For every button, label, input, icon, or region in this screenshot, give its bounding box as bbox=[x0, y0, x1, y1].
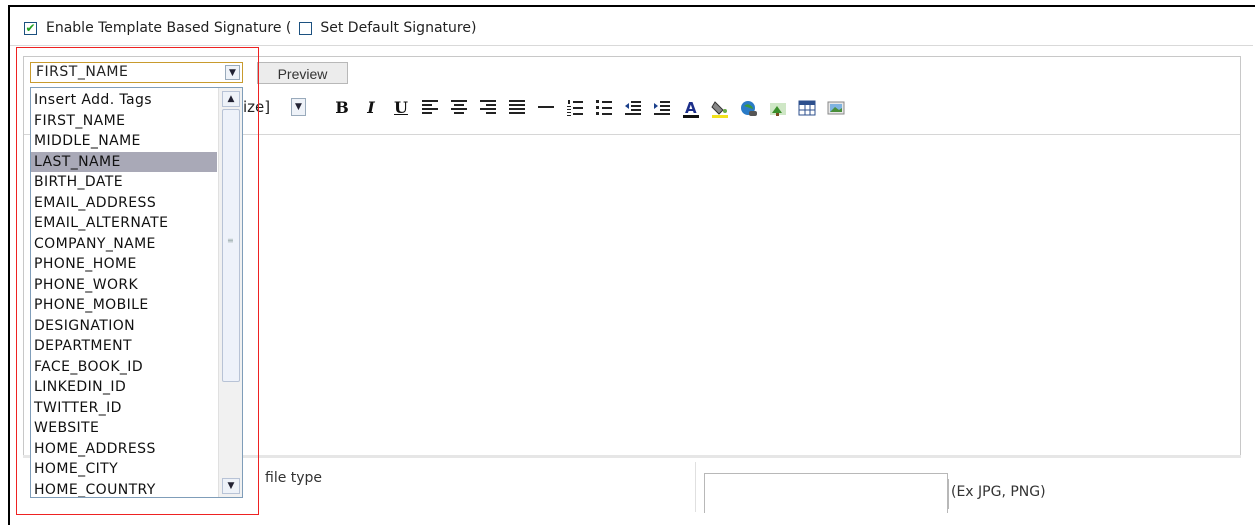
svg-text:A: A bbox=[685, 100, 697, 117]
list-item[interactable]: FIRST_NAME bbox=[31, 111, 217, 132]
align-center-icon[interactable] bbox=[448, 97, 470, 119]
divider bbox=[695, 462, 696, 512]
enable-template-label: Enable Template Based Signature ( bbox=[46, 20, 292, 36]
list-item[interactable]: TWITTER_ID bbox=[31, 398, 217, 419]
list-item-selected[interactable]: LAST_NAME bbox=[31, 151, 217, 172]
preview-button[interactable]: Preview bbox=[257, 62, 348, 84]
outdent-icon[interactable] bbox=[622, 97, 644, 119]
chevron-down-icon[interactable]: ▼ bbox=[291, 98, 306, 116]
image-gallery-icon[interactable] bbox=[825, 97, 847, 119]
insert-link-icon[interactable] bbox=[738, 97, 760, 119]
list-item[interactable]: HOME_ADDRESS bbox=[31, 439, 217, 460]
font-size-value: ize] bbox=[243, 98, 271, 116]
scroll-up-icon[interactable]: ▲ bbox=[222, 91, 240, 107]
list-item[interactable]: PHONE_WORK bbox=[31, 275, 217, 296]
insert-image-icon[interactable] bbox=[767, 97, 789, 119]
chevron-down-icon[interactable]: ▼ bbox=[225, 65, 240, 80]
set-default-checkbox[interactable] bbox=[299, 21, 313, 35]
insert-tags-select[interactable]: FIRST_NAME ▼ bbox=[30, 62, 243, 83]
divider bbox=[10, 45, 1253, 46]
list-item[interactable]: LINKEDIN_ID bbox=[31, 377, 217, 398]
scroll-thumb[interactable]: ≡ bbox=[222, 109, 240, 382]
grip-icon: ≡ bbox=[227, 236, 234, 245]
list-item[interactable]: FACE_BOOK_ID bbox=[31, 357, 217, 378]
list-item[interactable]: EMAIL_ADDRESS bbox=[31, 193, 217, 214]
list-item[interactable]: PHONE_MOBILE bbox=[31, 295, 217, 316]
unordered-list-icon[interactable] bbox=[593, 97, 615, 119]
attachment-label-text: file type bbox=[265, 470, 323, 486]
set-default-label: Set Default Signature) bbox=[320, 20, 477, 36]
divider bbox=[948, 479, 949, 509]
insert-table-icon[interactable] bbox=[796, 97, 818, 119]
file-input[interactable] bbox=[704, 473, 948, 513]
list-item[interactable]: DEPARTMENT bbox=[31, 336, 217, 357]
underline-icon[interactable]: U bbox=[390, 97, 412, 119]
italic-label: I bbox=[367, 98, 375, 117]
list-item[interactable]: PHONE_HOME bbox=[31, 254, 217, 275]
list-item[interactable]: WEBSITE bbox=[31, 418, 217, 439]
dropdown-scrollbar[interactable]: ▲ ≡ ▼ bbox=[218, 88, 242, 497]
bold-label: B bbox=[335, 98, 349, 117]
align-right-icon[interactable] bbox=[477, 97, 499, 119]
bold-icon[interactable]: B bbox=[331, 97, 353, 119]
list-item[interactable]: COMPANY_NAME bbox=[31, 234, 217, 255]
indent-icon[interactable] bbox=[651, 97, 673, 119]
font-color-icon[interactable]: A bbox=[680, 97, 702, 119]
underline-label: U bbox=[394, 98, 408, 117]
list-item[interactable]: HOME_CITY bbox=[31, 459, 217, 480]
list-item[interactable]: BIRTH_DATE bbox=[31, 172, 217, 193]
tags-list: Insert Add. Tags FIRST_NAME MIDDLE_NAME … bbox=[31, 90, 217, 498]
list-item[interactable]: MIDDLE_NAME bbox=[31, 131, 217, 152]
attachment-label: file type bbox=[265, 470, 322, 486]
highlight-color-icon[interactable] bbox=[709, 97, 731, 119]
enable-template-checkbox[interactable]: ✔ bbox=[24, 21, 37, 35]
enable-template-row: ✔ Enable Template Based Signature ( Set … bbox=[24, 17, 476, 39]
list-item[interactable]: Insert Add. Tags bbox=[31, 90, 217, 111]
align-left-icon[interactable] bbox=[419, 97, 441, 119]
file-type-hint: (Ex JPG, PNG) bbox=[951, 484, 1046, 500]
list-item[interactable]: DESIGNATION bbox=[31, 316, 217, 337]
justify-icon[interactable] bbox=[506, 97, 528, 119]
list-item[interactable]: HOME_COUNTRY bbox=[31, 480, 217, 498]
insert-tags-selected: FIRST_NAME bbox=[36, 64, 129, 80]
ordered-list-icon[interactable] bbox=[564, 97, 586, 119]
list-item[interactable]: EMAIL_ALTERNATE bbox=[31, 213, 217, 234]
font-size-select[interactable]: ize] ▼ bbox=[243, 97, 318, 120]
scroll-down-icon[interactable]: ▼ bbox=[222, 478, 240, 494]
italic-icon[interactable]: I bbox=[360, 97, 382, 119]
insert-tags-dropdown[interactable]: Insert Add. Tags FIRST_NAME MIDDLE_NAME … bbox=[30, 87, 243, 498]
horizontal-rule-icon[interactable] bbox=[535, 97, 557, 119]
